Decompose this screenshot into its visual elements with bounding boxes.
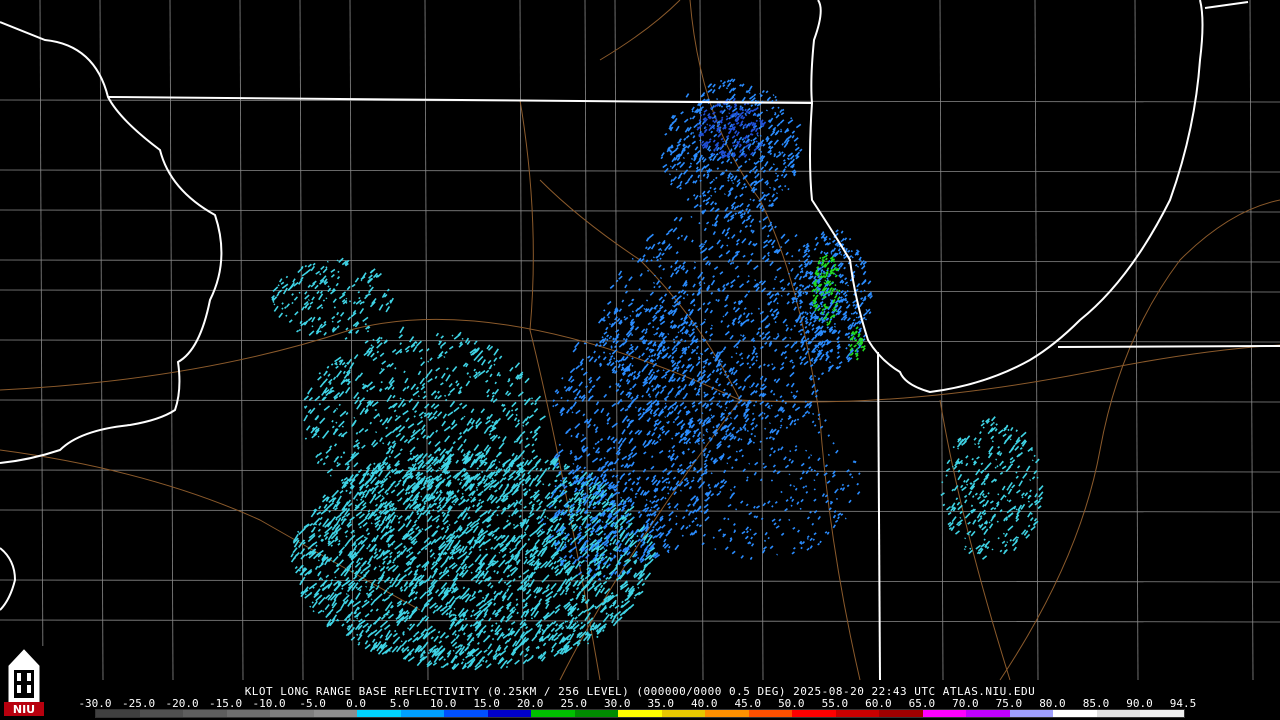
radar-viewer: KLOT LONG RANGE BASE REFLECTIVITY (0.25K…: [0, 0, 1280, 720]
radar-map: [0, 0, 1280, 720]
